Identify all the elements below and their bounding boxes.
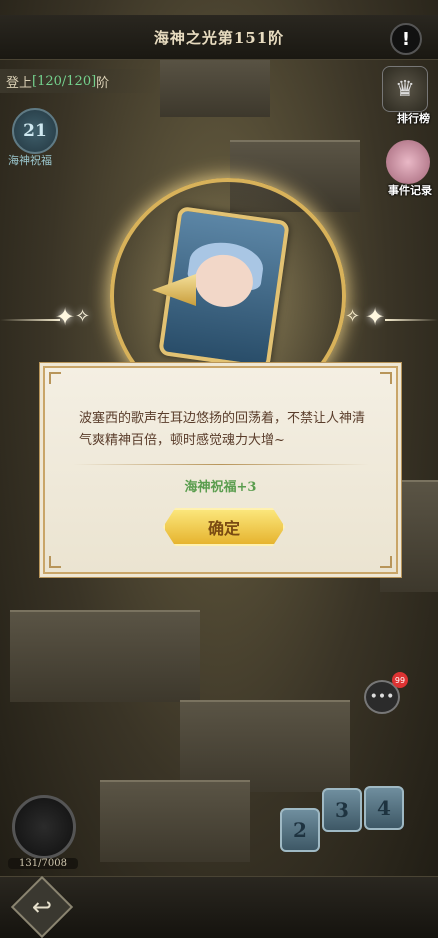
dialog-divider	[73, 464, 369, 465]
number-tile[interactable]: 2	[280, 808, 320, 852]
dialog-message: 波塞西的歌声在耳边悠扬的回荡着，不禁让人神清气爽精神百倍，顿时感觉魂力大增~	[79, 411, 366, 448]
sparkle-icon: ✦	[365, 303, 386, 331]
progress-prefix: 登上	[6, 75, 33, 91]
stair-block	[10, 610, 200, 702]
blessing-counter[interactable]: 21	[12, 108, 58, 154]
event-dialog: 波塞西的歌声在耳边悠扬的回荡着，不禁让人神清气爽精神百倍，顿时感觉魂力大增~ 海…	[43, 366, 398, 574]
event-log-label: 事件记录	[388, 184, 432, 197]
sparkle-icon: ✧	[75, 306, 91, 327]
page-title: 海神之光第151阶	[153, 28, 285, 47]
trophy-icon: ♛	[395, 76, 415, 102]
sparkle-line-right	[385, 319, 438, 321]
sparkle-icon: ✦	[55, 303, 76, 331]
blessing-label: 海神祝福	[8, 154, 52, 167]
dialog-corner	[380, 556, 392, 568]
back-arrow-icon: ↩	[31, 893, 53, 921]
number-tile[interactable]: 3	[322, 788, 362, 832]
leaderboard-label: 排行榜	[397, 112, 430, 125]
orb-counter: 131/7008	[8, 858, 78, 869]
stair-block	[100, 780, 250, 862]
number-tile[interactable]: 4	[364, 786, 404, 830]
reward-text: 海神祝福+3	[184, 480, 257, 495]
leaderboard-button[interactable]: ♛	[382, 66, 428, 112]
chat-badge: 99	[392, 672, 408, 688]
progress-value: [120/120]	[32, 73, 97, 89]
confirm-button[interactable]: 确定	[163, 508, 285, 546]
dice-orb-button[interactable]	[12, 795, 76, 859]
stair-block	[160, 55, 270, 117]
top-bar: 海神之光第151阶 !	[0, 15, 438, 60]
exclamation-icon: !	[401, 28, 411, 50]
alert-button[interactable]: !	[390, 23, 422, 55]
event-log-button[interactable]	[386, 140, 430, 184]
dialog-corner	[380, 372, 392, 384]
sparkle-icon: ✧	[345, 306, 361, 327]
dialog-corner	[49, 372, 61, 384]
climb-progress: 登上 [120/120] 阶	[0, 69, 158, 93]
blessing-count: 21	[23, 121, 47, 141]
progress-suffix: 阶	[96, 75, 110, 91]
dialog-corner	[49, 556, 61, 568]
sparkle-line-left	[0, 319, 60, 321]
chat-bubble-icon: •••	[369, 689, 395, 705]
stair-block	[180, 700, 350, 792]
